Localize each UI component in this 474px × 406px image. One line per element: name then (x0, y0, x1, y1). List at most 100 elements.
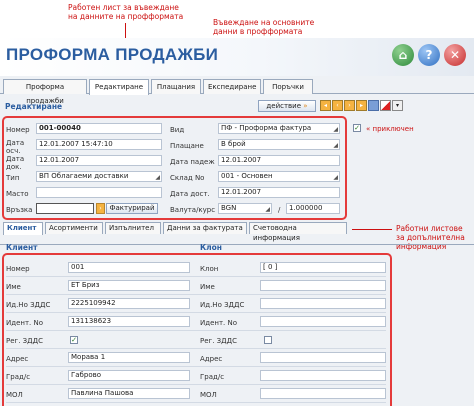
type-field[interactable]: ВП Облагаеми доставки ◢ (36, 171, 162, 182)
last-icon[interactable]: ▸ (356, 100, 367, 111)
annotation-line: на данните на профформата (68, 12, 184, 21)
field-label: Масто (6, 190, 29, 198)
dropdown-icon: ◢ (155, 174, 160, 181)
field-label: Плащане (170, 142, 204, 150)
rate-field[interactable]: 1.000000 (286, 203, 340, 214)
link-field[interactable] (36, 203, 94, 214)
annotation-line: Работни листове (396, 224, 463, 233)
field-label: Дата осч. (6, 139, 25, 155)
row-divider (6, 366, 386, 367)
tab-edit[interactable]: Редактиране (89, 79, 149, 95)
prev-icon[interactable]: ‹ (332, 100, 343, 111)
client-field-label: Номер (6, 265, 30, 273)
subtab-assortments[interactable]: Асортименти (45, 222, 103, 234)
payment-field[interactable]: В брой ◢ (218, 139, 340, 150)
field-label: Тип (6, 174, 20, 182)
tab-orders[interactable]: Поръчки (263, 79, 313, 94)
subtab-bar (0, 233, 474, 245)
subtab-executor[interactable]: Изпълнител (105, 222, 161, 234)
row-divider (6, 384, 386, 385)
closed-label: « приключен (366, 125, 414, 133)
branch-field[interactable] (260, 280, 386, 291)
branch-field-label: Ид.Но ЗДДС (200, 301, 245, 309)
home-icon[interactable]: ⌂ (392, 44, 414, 66)
branch-field[interactable] (260, 316, 386, 327)
branch-field[interactable]: [ 0 ] (260, 262, 386, 273)
annotation-line: Въвеждане на основните (213, 18, 315, 27)
branch-field-label: МОЛ (200, 391, 217, 399)
tab-dispatch[interactable]: Експедиране (203, 79, 261, 94)
next-icon[interactable]: › (344, 100, 355, 111)
tab-proforma-sales[interactable]: Проформа продажби (3, 79, 87, 105)
branch-field[interactable] (260, 370, 386, 381)
section-title: Редактиране (5, 102, 63, 111)
client-field[interactable]: Габрово (68, 370, 190, 381)
branch-field-label: Клон (200, 265, 219, 273)
client-field[interactable]: Павлина Пашова (68, 388, 190, 399)
place-field[interactable] (36, 187, 162, 198)
field-label: Склад No (170, 174, 205, 182)
field-label: Връзка (6, 206, 33, 214)
branch-field[interactable] (260, 298, 386, 309)
client-field-label: МОЛ (6, 391, 23, 399)
branch-field[interactable] (260, 388, 386, 399)
branch-field-label: Град/с (200, 373, 225, 381)
branch-vat-checkbox[interactable] (264, 336, 272, 344)
due-date-field[interactable]: 12.01.2007 (218, 155, 340, 166)
client-field[interactable]: Морава 1 (68, 352, 190, 363)
action-button[interactable]: действие » (258, 100, 316, 112)
payment-value: В брой (221, 140, 246, 148)
client-field-label: Адрес (6, 355, 29, 363)
delete-icon[interactable] (380, 100, 391, 111)
field-label: Дата док. (6, 155, 25, 171)
delivery-date-field[interactable]: 12.01.2007 (218, 187, 340, 198)
branch-field[interactable] (260, 352, 386, 363)
client-field[interactable]: 001 (68, 262, 190, 273)
first-icon[interactable]: ◂ (320, 100, 331, 111)
field-label: Валута/курс (170, 206, 216, 214)
annotation-line: данни в профформата (213, 27, 303, 36)
client-field[interactable]: ЕТ Бриз (68, 280, 190, 291)
annotation-line: Работен лист за въвеждане (68, 3, 179, 12)
tab-payments[interactable]: Плащания (151, 79, 201, 94)
annotation-arrow (352, 229, 392, 230)
client-vat-checkbox[interactable]: ✓ (70, 336, 78, 344)
grid-icon[interactable] (368, 100, 379, 111)
type-value: ВП Облагаеми доставки (39, 172, 129, 180)
client-field-label: Град/с (6, 373, 31, 381)
row-divider (6, 312, 386, 313)
help-icon[interactable]: ? (418, 44, 440, 66)
accounting-date-field[interactable]: 12.01.2007 15:47:10 (36, 139, 162, 150)
branch-header: Клон (200, 243, 222, 252)
kind-value: ПФ - Проформа фактура (221, 124, 312, 132)
dropdown-icon: ◢ (333, 126, 338, 133)
currency-field[interactable]: BGN ◢ (218, 203, 272, 214)
subtab-accounting-info[interactable]: Счетоводна информация (249, 222, 347, 242)
subtab-client[interactable]: Клиент (3, 222, 43, 235)
branch-field-label: Идент. No (200, 319, 238, 327)
chevron-right-icon: » (303, 102, 308, 110)
client-field-label: Ид.Но ЗДДС (6, 301, 51, 309)
dropdown-icon: ◢ (333, 174, 338, 181)
arrow-right-icon[interactable]: › (96, 203, 105, 214)
warehouse-field[interactable]: 001 - Основен ◢ (218, 171, 340, 182)
client-field-label: Идент. No (6, 319, 44, 327)
document-date-field[interactable]: 12.01.2007 (36, 155, 162, 166)
client-field[interactable]: 2225109942 (68, 298, 190, 309)
number-field[interactable]: 001-00040 (36, 123, 162, 134)
subtab-invoice-data[interactable]: Данни за фактурата (163, 222, 247, 234)
currency-value: BGN (221, 204, 237, 212)
annotation-work-sheet: Работен лист за въвеждане на данните на … (68, 3, 183, 21)
row-divider (6, 402, 386, 403)
row-divider (6, 294, 386, 295)
invoice-button[interactable]: Фактурирай (106, 203, 158, 214)
closed-checkbox[interactable]: ✓ (353, 124, 361, 132)
client-field[interactable]: 131138623 (68, 316, 190, 327)
branch-field-label: Име (200, 283, 215, 291)
branch-field-label: Адрес (200, 355, 223, 363)
close-icon[interactable]: ✕ (444, 44, 466, 66)
action-label: действие (266, 102, 302, 110)
field-label: Номер (6, 126, 30, 134)
kind-field[interactable]: ПФ - Проформа фактура ◢ (218, 123, 340, 134)
chevron-down-icon[interactable]: ▾ (392, 100, 403, 111)
